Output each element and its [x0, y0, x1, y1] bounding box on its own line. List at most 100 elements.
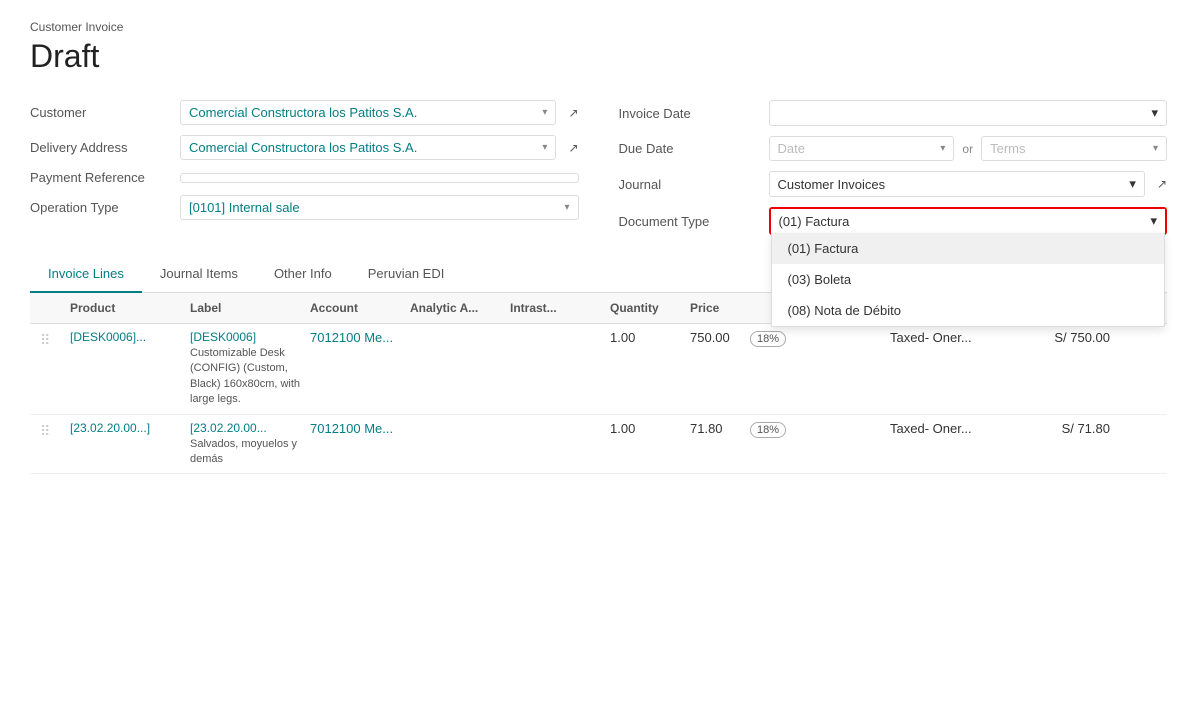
tab-peruvian-edi[interactable]: Peruvian EDI [350, 256, 463, 293]
delivery-field: Comercial Constructora los Patitos S.A. … [180, 135, 579, 160]
quantity-2: 1.00 [610, 421, 690, 436]
journal-row: Journal Customer Invoices ▾ ↗ [619, 166, 1168, 202]
customer-value: Comercial Constructora los Patitos S.A. [189, 105, 417, 120]
terms-placeholder: Terms [990, 141, 1025, 156]
invoice-date-caret: ▾ [1151, 105, 1158, 121]
tax-name-2: Taxed- Oner... [890, 421, 1010, 436]
document-type-dropdown: (01) Factura (03) Boleta (08) Nota de Dé… [771, 233, 1166, 327]
invoice-date-label: Invoice Date [619, 106, 769, 121]
table-row: ⠿ [DESK0006]... [DESK0006] Customizable … [30, 324, 1167, 415]
customer-input[interactable]: Comercial Constructora los Patitos S.A. … [180, 100, 556, 125]
delivery-value: Comercial Constructora los Patitos S.A. [189, 140, 417, 155]
form-right-column: Invoice Date ▾ Due Date Date ▾ [619, 95, 1168, 240]
price-1: 750.00 [690, 330, 750, 345]
delivery-input[interactable]: Comercial Constructora los Patitos S.A. … [180, 135, 556, 160]
product-2[interactable]: [23.02.20.00...] [70, 421, 190, 435]
col-label: Label [190, 301, 310, 315]
col-analytic: Analytic A... [410, 301, 510, 315]
delivery-external-link[interactable]: ↗ [568, 141, 578, 155]
drag-handle-2[interactable]: ⠿ [40, 421, 70, 440]
label-desc-2: Salvados, moyuelos y demás [190, 437, 310, 468]
payment-ref-field [180, 173, 579, 183]
label-code-1: [DESK0006] [190, 330, 310, 344]
customer-row: Customer Comercial Constructora los Pati… [30, 95, 579, 130]
customer-caret: ▾ [542, 107, 547, 118]
document-type-row: Document Type (01) Factura ▾ (01) Factur… [619, 202, 1168, 240]
product-code-1: [DESK0006]... [70, 330, 190, 344]
payment-ref-label: Payment Reference [30, 170, 180, 185]
main-page: Customer Invoice Draft Customer Comercia… [0, 0, 1197, 494]
terms-field: Terms ▾ [981, 136, 1167, 161]
terms-caret: ▾ [1153, 143, 1158, 154]
page-title: Draft [30, 38, 1167, 75]
customer-field: Comercial Constructora los Patitos S.A. … [180, 100, 579, 125]
quantity-1: 1.00 [610, 330, 690, 345]
label-code-2: [23.02.20.00... [190, 421, 310, 435]
due-date-label: Due Date [619, 141, 769, 156]
or-text: or [962, 142, 973, 156]
label-2: [23.02.20.00... Salvados, moyuelos y dem… [190, 421, 310, 468]
page-subtitle: Customer Invoice [30, 20, 1167, 34]
invoice-date-field: ▾ [769, 100, 1168, 126]
delivery-label: Delivery Address [30, 140, 180, 155]
price-2: 71.80 [690, 421, 750, 436]
col-account: Account [310, 301, 410, 315]
col-quantity: Quantity [610, 301, 690, 315]
operation-type-caret: ▾ [564, 202, 569, 213]
tax-name-1: Taxed- Oner... [890, 330, 1010, 345]
delivery-caret: ▾ [542, 142, 547, 153]
account-2[interactable]: 7012100 Me... [310, 421, 410, 436]
operation-type-input[interactable]: [0101] Internal sale ▾ [180, 195, 579, 220]
journal-external-link[interactable]: ↗ [1157, 177, 1167, 191]
journal-field: Customer Invoices ▾ ↗ [769, 171, 1168, 197]
document-type-label: Document Type [619, 214, 769, 229]
table-row: ⠿ [23.02.20.00...] [23.02.20.00... Salva… [30, 415, 1167, 475]
dropdown-option-boleta[interactable]: (03) Boleta [772, 264, 1165, 295]
row-2: ⠿ [23.02.20.00...] [23.02.20.00... Salva… [30, 415, 1167, 474]
document-type-input[interactable]: (01) Factura ▾ [771, 209, 1166, 233]
tax-badge-2: 18% [750, 421, 890, 438]
tab-journal-items[interactable]: Journal Items [142, 256, 256, 293]
operation-type-row: Operation Type [0101] Internal sale ▾ [30, 190, 579, 225]
tax-badge-1: 18% [750, 330, 890, 347]
payment-ref-row: Payment Reference [30, 165, 579, 190]
operation-type-field: [0101] Internal sale ▾ [180, 195, 579, 220]
subtotal-1: S/ 750.00 [1010, 330, 1110, 345]
customer-label: Customer [30, 105, 180, 120]
dropdown-option-factura[interactable]: (01) Factura [772, 233, 1165, 264]
operation-type-value: [0101] Internal sale [189, 200, 300, 215]
terms-input[interactable]: Terms ▾ [981, 136, 1167, 161]
invoice-date-input[interactable]: ▾ [769, 100, 1168, 126]
doc-type-wrapper: (01) Factura ▾ (01) Factura (03) Boleta … [769, 207, 1168, 235]
form-grid: Customer Comercial Constructora los Pati… [30, 95, 1167, 240]
journal-caret: ▾ [1129, 176, 1136, 192]
payment-ref-input[interactable] [180, 173, 579, 183]
journal-input[interactable]: Customer Invoices ▾ [769, 171, 1145, 197]
due-date-field: Date ▾ or Terms ▾ [769, 136, 1168, 161]
form-left-column: Customer Comercial Constructora los Pati… [30, 95, 579, 240]
col-intrastat: Intrast... [510, 301, 610, 315]
tab-other-info[interactable]: Other Info [256, 256, 350, 293]
invoice-date-row: Invoice Date ▾ [619, 95, 1168, 131]
delivery-row: Delivery Address Comercial Constructora … [30, 130, 579, 165]
due-date-input: Date ▾ [769, 136, 955, 161]
due-date-picker[interactable]: Date ▾ [769, 136, 955, 161]
due-date-row: Due Date Date ▾ or Terms [619, 131, 1168, 166]
due-date-caret: ▾ [940, 143, 945, 154]
account-1[interactable]: 7012100 Me... [310, 330, 410, 345]
document-type-section: (01) Factura ▾ (01) Factura (03) Boleta … [769, 207, 1168, 235]
document-type-value: (01) Factura [779, 214, 850, 229]
label-1: [DESK0006] Customizable Desk (CONFIG) (C… [190, 330, 310, 408]
dropdown-option-nota-debito[interactable]: (08) Nota de Débito [772, 295, 1165, 326]
col-price: Price [690, 301, 750, 315]
document-type-caret: ▾ [1150, 213, 1157, 229]
tab-invoice-lines[interactable]: Invoice Lines [30, 256, 142, 293]
product-1[interactable]: [DESK0006]... [70, 330, 190, 344]
operation-type-label: Operation Type [30, 200, 180, 215]
due-date-placeholder: Date [778, 141, 805, 156]
subtotal-2: S/ 71.80 [1010, 421, 1110, 436]
row-1: ⠿ [DESK0006]... [DESK0006] Customizable … [30, 324, 1167, 414]
customer-external-link[interactable]: ↗ [568, 106, 578, 120]
col-product: Product [70, 301, 190, 315]
drag-handle-1[interactable]: ⠿ [40, 330, 70, 349]
